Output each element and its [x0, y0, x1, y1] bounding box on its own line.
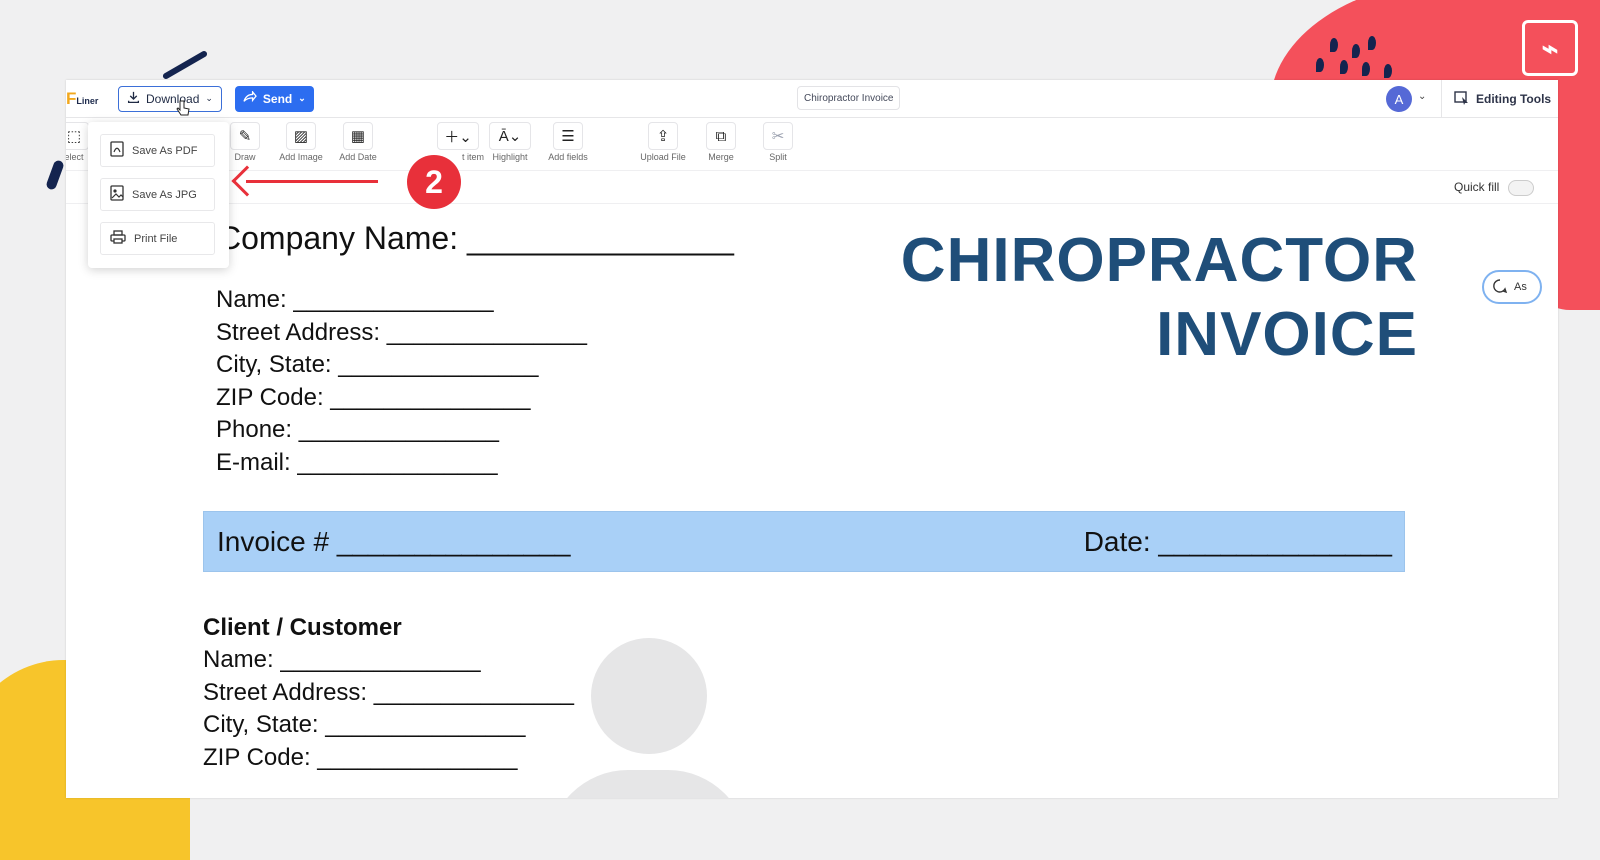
logo-text: F — [66, 88, 77, 108]
fields-icon: ☰ — [553, 122, 583, 150]
client-street-line[interactable]: Street Address: _______________ — [203, 677, 574, 710]
decorative-dot — [1330, 38, 1338, 52]
download-menu: Save As PDF Save As JPG Print File — [88, 122, 229, 268]
company-name-line[interactable]: Company Name: _______________ — [218, 220, 734, 257]
sender-name-line[interactable]: Name: _______________ — [216, 284, 587, 317]
menu-item-print-file[interactable]: Print File — [100, 222, 215, 255]
download-icon — [127, 91, 140, 107]
annotation-arrow — [246, 180, 378, 183]
menu-item-label: Save As PDF — [132, 144, 198, 157]
quick-fill-label: Quick fill — [1454, 180, 1500, 194]
sender-phone-line[interactable]: Phone: _______________ — [216, 414, 587, 447]
decorative-stroke — [161, 49, 209, 81]
tool-merge[interactable]: ⧉ Merge — [691, 122, 751, 162]
step-number-badge: 2 — [407, 155, 461, 209]
menu-item-label: Print File — [134, 232, 178, 245]
decorative-dot — [1340, 60, 1348, 74]
chevron-down-icon: ⌄ — [205, 93, 213, 103]
image-icon: ▨ — [286, 122, 316, 150]
sender-city-line[interactable]: City, State: _______________ — [216, 349, 587, 382]
ask-assistant-button[interactable]: As — [1482, 270, 1542, 304]
app-window: FLiner Download ⌄ Send ⌄ Chiropractor In… — [66, 80, 1558, 798]
document-title[interactable]: Chiropractor Invoice — [797, 86, 901, 110]
avatar[interactable]: A — [1386, 86, 1412, 112]
tool-label: Add fields — [548, 152, 588, 162]
pen-icon: ✎ — [230, 122, 260, 150]
editing-tools-button[interactable]: Editing Tools — [1441, 80, 1551, 118]
loading-placeholder-body — [548, 770, 748, 798]
client-heading: Client / Customer — [203, 614, 402, 641]
tool-upload-file[interactable]: ⇪ Upload File — [633, 122, 693, 162]
tool-label: elect — [66, 152, 84, 162]
split-icon: ✂ — [763, 122, 793, 150]
tool-label: Upload File — [640, 152, 686, 162]
chevron-down-icon: ⌄ — [298, 93, 306, 103]
menu-item-save-pdf[interactable]: Save As PDF — [100, 134, 215, 167]
sender-email-line[interactable]: E-mail: _______________ — [216, 447, 587, 480]
plus-icon: ＋⌄ — [437, 122, 479, 150]
logo-subtext: Liner — [76, 95, 99, 106]
download-button[interactable]: Download ⌄ — [118, 85, 222, 112]
send-button[interactable]: Send ⌄ — [234, 85, 314, 112]
menu-item-label: Save As JPG — [132, 188, 197, 201]
tool-label: Merge — [708, 152, 734, 162]
decorative-stroke — [45, 159, 65, 191]
invoice-number-field[interactable]: Invoice # _______________ — [217, 526, 570, 558]
tool-label: Add Date — [339, 152, 377, 162]
merge-icon: ⧉ — [706, 122, 736, 150]
send-icon — [243, 90, 257, 106]
client-name-line[interactable]: Name: _______________ — [203, 644, 574, 677]
loading-placeholder-head — [591, 638, 707, 754]
pdf-logo-icon: ⌁ — [1522, 20, 1578, 76]
ask-label: As — [1514, 281, 1527, 293]
sender-zip-line[interactable]: ZIP Code: _______________ — [216, 382, 587, 415]
tool-label: Add Image — [279, 152, 323, 162]
upload-icon: ⇪ — [648, 122, 678, 150]
image-file-icon — [110, 185, 124, 204]
invoice-title-line2: INVOICE — [1156, 300, 1418, 369]
sender-street-line[interactable]: Street Address: _______________ — [216, 317, 587, 350]
menu-item-save-jpg[interactable]: Save As JPG — [100, 178, 215, 211]
client-block: Name: _______________ Street Address: __… — [203, 644, 574, 774]
invoice-title: CHIROPRACTOR INVOICE — [901, 224, 1418, 372]
decorative-dot — [1384, 64, 1392, 78]
tool-add-date[interactable]: ▦ Add Date — [328, 122, 388, 162]
top-bar: FLiner Download ⌄ Send ⌄ Chiropractor In… — [66, 80, 1558, 118]
decorative-dot — [1316, 58, 1324, 72]
tool-add-image[interactable]: ▨ Add Image — [271, 122, 331, 162]
tool-label: Draw — [234, 152, 256, 162]
select-icon: ⬚ — [66, 122, 89, 150]
quick-fill-toggle[interactable] — [1508, 180, 1534, 196]
client-city-line[interactable]: City, State: _______________ — [203, 709, 574, 742]
invoice-date-field[interactable]: Date: _______________ — [1084, 526, 1392, 558]
pdf-file-icon — [110, 141, 124, 160]
decorative-dot — [1368, 36, 1376, 50]
toolbar: ⬚ elect ✎ Draw ▨ Add Image ▦ Add Date ＋⌄… — [66, 118, 1558, 168]
client-zip-line[interactable]: ZIP Code: _______________ — [203, 742, 574, 775]
editing-tools-icon — [1454, 90, 1470, 109]
chevron-down-icon[interactable]: ⌄ — [1418, 91, 1426, 102]
decorative-dot — [1362, 62, 1370, 76]
send-label: Send — [262, 91, 293, 106]
download-label: Download — [146, 91, 200, 106]
tool-add-fields[interactable]: ☰ Add fields — [538, 122, 598, 162]
printer-icon — [110, 230, 126, 247]
highlight-icon: Ā⌄ — [489, 122, 531, 150]
sender-block: Name: _______________ Street Address: __… — [216, 284, 587, 479]
tool-split[interactable]: ✂ Split — [748, 122, 808, 162]
decorative-dot — [1352, 44, 1360, 58]
editing-tools-label: Editing Tools — [1476, 92, 1552, 106]
calendar-icon: ▦ — [343, 122, 373, 150]
tool-label: Split — [769, 152, 787, 162]
app-logo: FLiner — [66, 89, 118, 109]
tool-label: Highlight — [492, 152, 528, 162]
secondary-bar: Quick fill — [66, 170, 1558, 204]
invoice-number-bar: Invoice # _______________ Date: ________… — [203, 511, 1405, 572]
chat-icon — [1492, 278, 1508, 297]
tool-highlight[interactable]: Ā⌄ Highlight — [480, 122, 540, 162]
invoice-title-line1: CHIROPRACTOR — [900, 226, 1418, 295]
hand-cursor-icon — [176, 100, 190, 123]
invoice-document: Company Name: _______________ Name: ____… — [66, 204, 1558, 798]
